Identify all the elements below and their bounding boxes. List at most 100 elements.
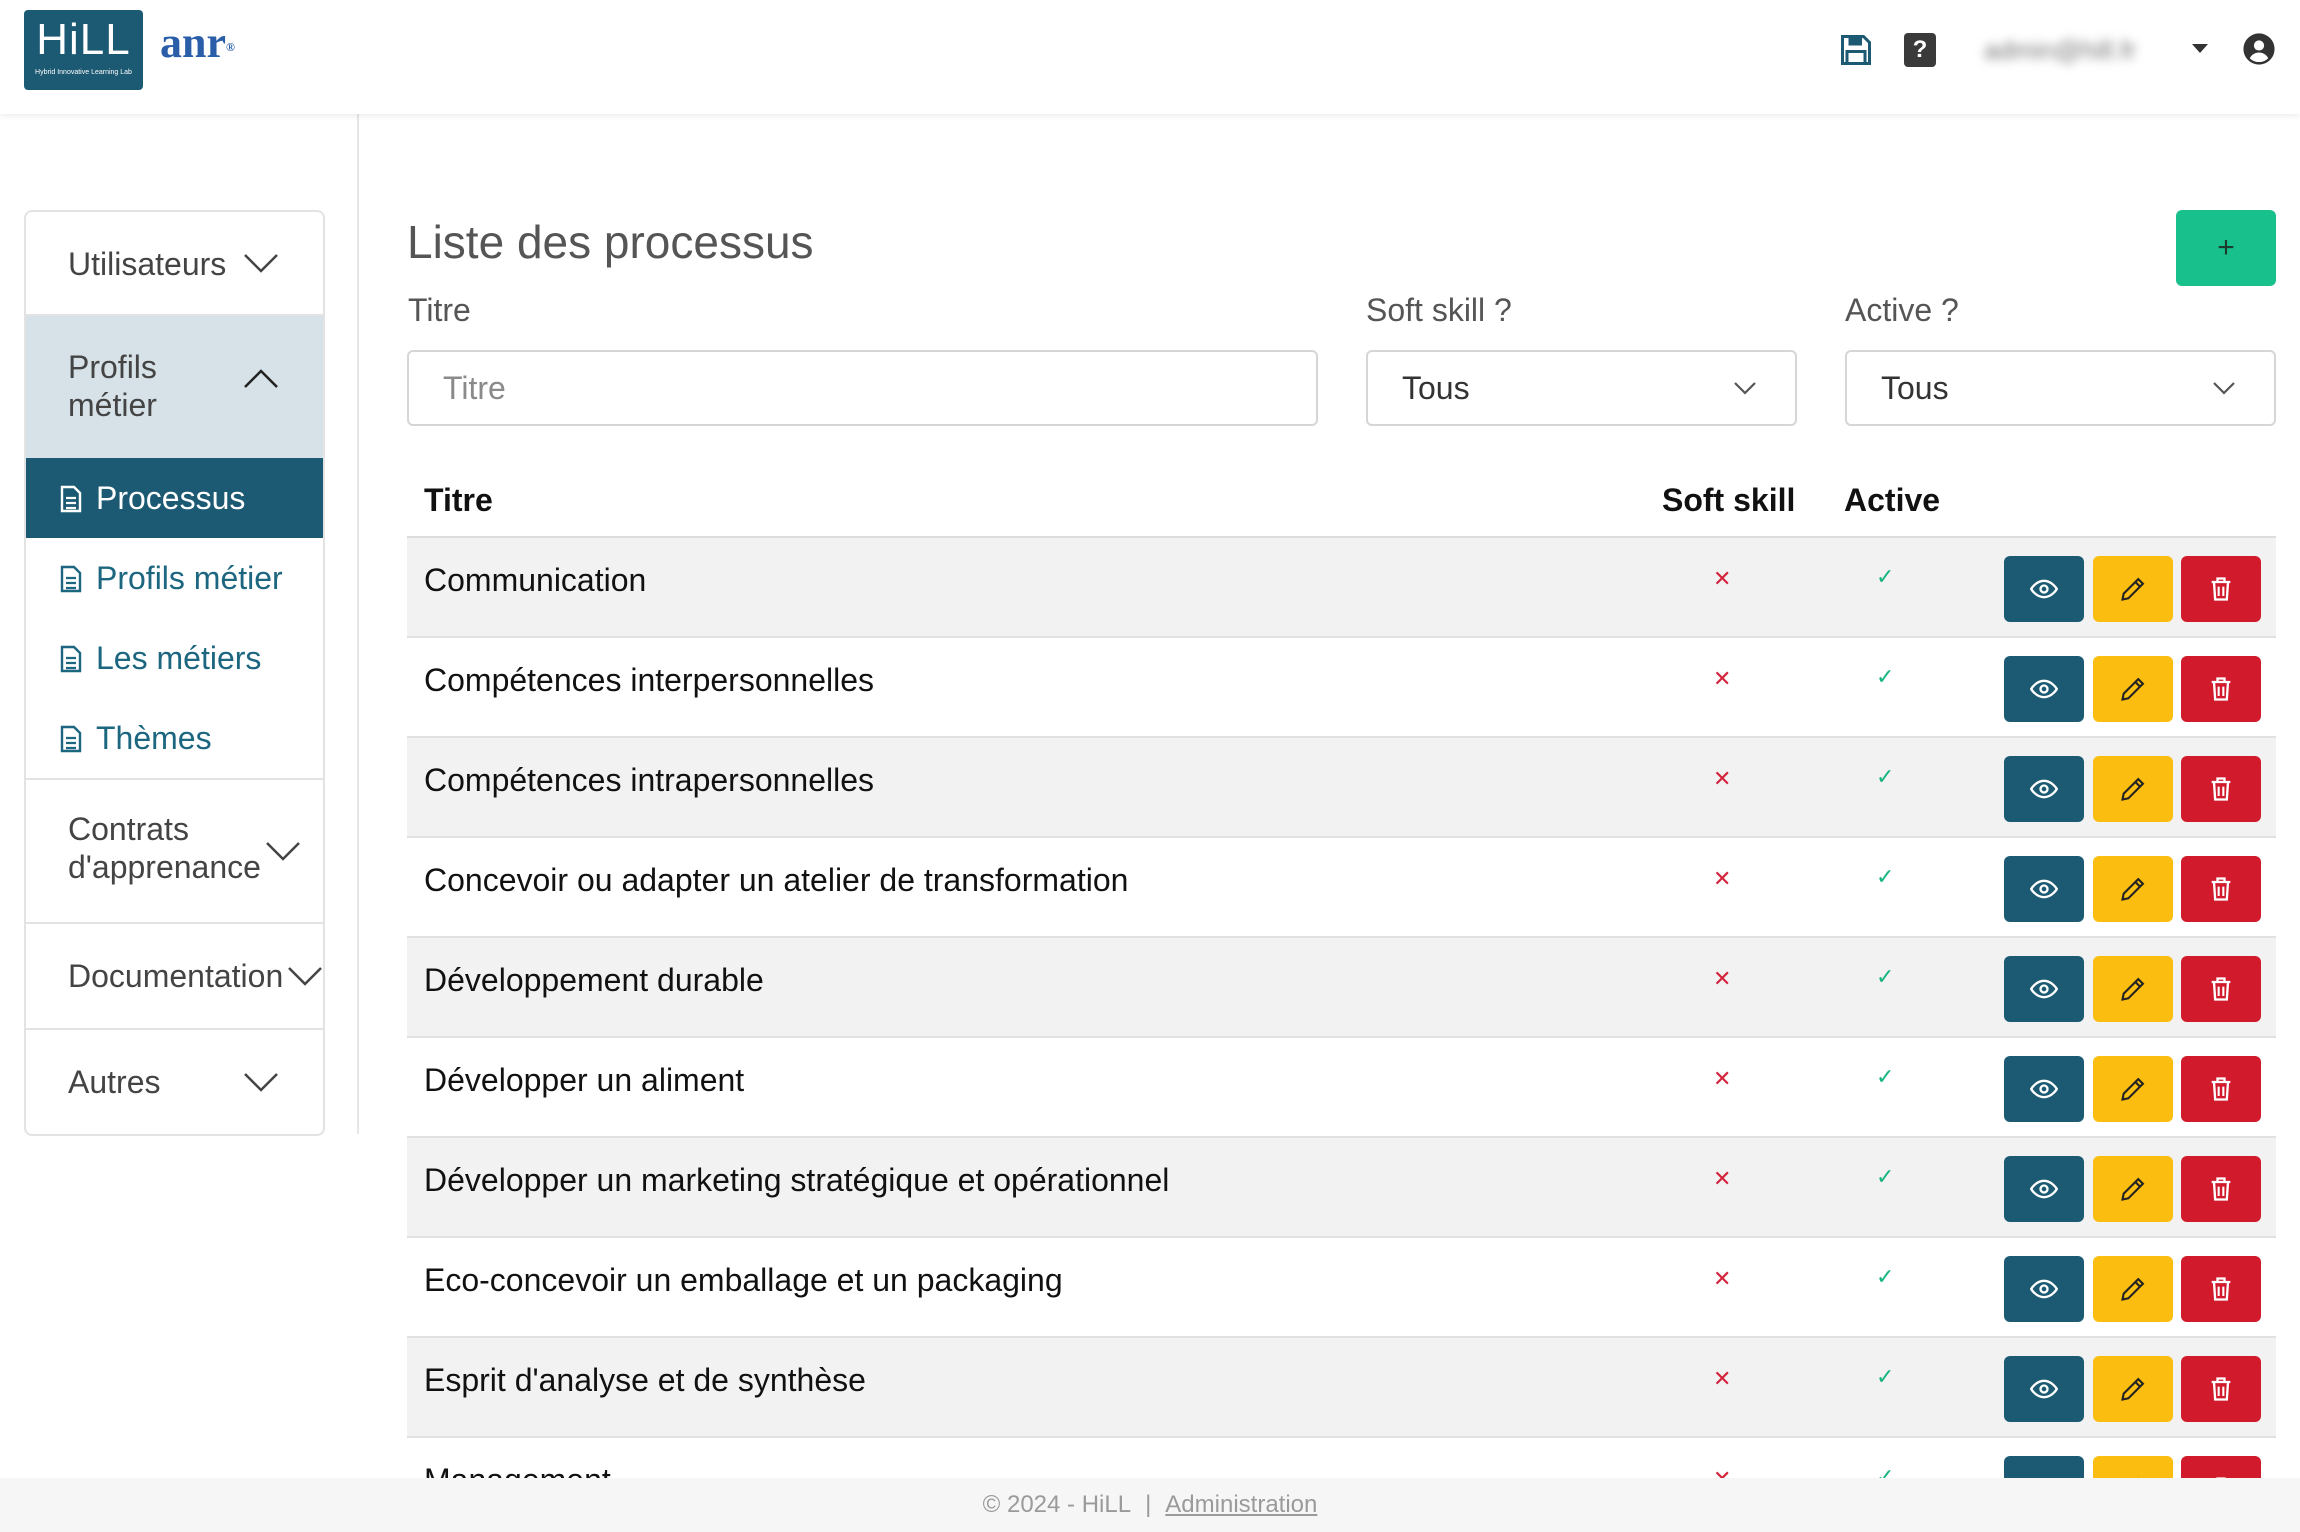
sidebar-section-label: Autres <box>68 1064 161 1100</box>
user-menu-caret-icon[interactable] <box>2192 44 2208 53</box>
delete-button[interactable] <box>2181 1356 2261 1422</box>
cross-icon: ✕ <box>1713 1468 1731 1479</box>
sidebar-item-themes[interactable]: Thèmes <box>26 698 323 778</box>
edit-button[interactable] <box>2093 856 2173 922</box>
table-row: Eco-concevoir un emballage et un packagi… <box>407 1238 2276 1338</box>
chevron-down-icon <box>244 1073 278 1092</box>
cell-titre: Esprit d'analyse et de synthèse <box>424 1362 866 1398</box>
cell-titre: Développement durable <box>424 962 764 998</box>
delete-button[interactable] <box>2181 1056 2261 1122</box>
document-icon <box>60 485 82 513</box>
sidebar-section-autres[interactable]: Autres <box>26 1030 323 1134</box>
table-header: Titre Soft skill Active <box>407 462 2276 538</box>
cell-titre: Concevoir ou adapter un atelier de trans… <box>424 862 1129 898</box>
chevron-down-icon <box>1734 382 1756 395</box>
check-icon: ✓ <box>1876 964 1895 989</box>
view-button[interactable] <box>2004 1056 2084 1122</box>
document-icon <box>60 725 82 753</box>
sidebar-item-profils-metier[interactable]: Profils métier <box>26 538 323 618</box>
user-icon[interactable] <box>2242 32 2276 66</box>
view-button[interactable] <box>2004 656 2084 722</box>
sidebar-item-les-metiers[interactable]: Les métiers <box>26 618 323 698</box>
chevron-down-icon <box>2213 382 2235 395</box>
cross-icon: ✕ <box>1713 866 1732 891</box>
column-header-active[interactable]: Active <box>1844 462 1940 538</box>
cell-titre: Eco-concevoir un emballage et un packagi… <box>424 1262 1063 1298</box>
view-button[interactable] <box>2004 856 2084 922</box>
delete-button[interactable] <box>2181 1256 2261 1322</box>
table-row: Développement durable ✕ ✓ <box>407 938 2276 1038</box>
table-row: Développer un marketing stratégique et o… <box>407 1138 2276 1238</box>
delete-button[interactable] <box>2181 1156 2261 1222</box>
column-header-soft-skill[interactable]: Soft skill <box>1662 462 1795 538</box>
edit-button[interactable] <box>2093 1156 2173 1222</box>
table-row: Communication ✕ ✓ <box>407 538 2276 638</box>
chevron-down-icon <box>288 967 322 986</box>
save-icon[interactable] <box>1838 32 1874 68</box>
check-icon: ✓ <box>1876 764 1895 789</box>
page-title: Liste des processus <box>407 216 814 268</box>
view-button[interactable] <box>2004 1356 2084 1422</box>
top-navbar: HiLL Hybrid Innovative Learning Lab anr®… <box>0 0 2300 114</box>
cross-icon: ✕ <box>1713 566 1732 591</box>
table-row: Esprit d'analyse et de synthèse ✕ ✓ <box>407 1338 2276 1438</box>
edit-button[interactable] <box>2093 556 2173 622</box>
table-row: Concevoir ou adapter un atelier de trans… <box>407 838 2276 938</box>
view-button[interactable] <box>2004 1156 2084 1222</box>
view-button[interactable] <box>2004 956 2084 1022</box>
table-body: Communication ✕ ✓ Compétences interpersonne… <box>407 538 2276 1478</box>
delete-button[interactable] <box>2181 1456 2261 1478</box>
cross-icon: ✕ <box>1713 966 1732 991</box>
document-icon <box>60 645 82 673</box>
column-header-titre[interactable]: Titre <box>424 462 493 538</box>
view-button[interactable] <box>2004 756 2084 822</box>
delete-button[interactable] <box>2181 556 2261 622</box>
cell-titre: Management <box>424 1460 611 1478</box>
view-button[interactable] <box>2004 1456 2084 1478</box>
sidebar: Utilisateurs Profils métier Processus Pr… <box>24 210 325 1136</box>
sidebar-divider <box>357 114 359 1134</box>
sidebar-section-contrats[interactable]: Contrats d'apprenance <box>26 780 323 924</box>
sidebar-section-profils-metier[interactable]: Profils métier <box>26 316 323 458</box>
view-button[interactable] <box>2004 556 2084 622</box>
edit-button[interactable] <box>2093 1256 2173 1322</box>
delete-button[interactable] <box>2181 956 2261 1022</box>
cross-icon: ✕ <box>1713 1366 1732 1391</box>
edit-button[interactable] <box>2093 956 2173 1022</box>
check-icon: ✓ <box>1876 564 1895 589</box>
hill-logo[interactable]: HiLL Hybrid Innovative Learning Lab <box>24 10 143 90</box>
sidebar-item-processus[interactable]: Processus <box>26 458 323 538</box>
user-email[interactable]: admin@hill.fr <box>1984 34 2136 66</box>
sidebar-section-label: Contrats d'apprenance <box>68 811 261 885</box>
add-processus-button[interactable]: + <box>2176 210 2276 286</box>
edit-button[interactable] <box>2093 656 2173 722</box>
view-button[interactable] <box>2004 1256 2084 1322</box>
help-icon[interactable]: ? <box>1904 33 1936 67</box>
sidebar-section-label: Utilisateurs <box>68 246 227 282</box>
cross-icon: ✕ <box>1713 1266 1732 1291</box>
footer-administration-link[interactable]: Administration <box>1165 1491 1317 1518</box>
sidebar-section-utilisateurs[interactable]: Utilisateurs <box>26 212 323 316</box>
edit-button[interactable] <box>2093 756 2173 822</box>
delete-button[interactable] <box>2181 756 2261 822</box>
edit-button[interactable] <box>2093 1056 2173 1122</box>
table-row: Compétences interpersonnelles ✕ ✓ <box>407 638 2276 738</box>
edit-button[interactable] <box>2093 1356 2173 1422</box>
sidebar-item-label: Processus <box>96 480 246 516</box>
titre-search-input[interactable]: Titre <box>407 350 1318 426</box>
sidebar-section-label: Profils métier <box>68 349 157 423</box>
edit-button[interactable] <box>2093 1456 2173 1478</box>
sidebar-section-documentation[interactable]: Documentation <box>26 924 323 1030</box>
sidebar-item-label: Les métiers <box>96 640 262 676</box>
check-icon: ✓ <box>1876 1264 1895 1289</box>
delete-button[interactable] <box>2181 656 2261 722</box>
soft-skill-select[interactable]: Tous <box>1366 350 1797 426</box>
cell-titre: Compétences interpersonnelles <box>424 662 875 698</box>
cell-titre: Développer un aliment <box>424 1062 745 1098</box>
active-select[interactable]: Tous <box>1845 350 2276 426</box>
soft-skill-select-value: Tous <box>1402 370 1470 406</box>
check-icon: ✓ <box>1876 1364 1895 1389</box>
table-row: Développer un aliment ✕ ✓ <box>407 1038 2276 1138</box>
filter-active-label: Active ? <box>1845 292 1959 328</box>
delete-button[interactable] <box>2181 856 2261 922</box>
